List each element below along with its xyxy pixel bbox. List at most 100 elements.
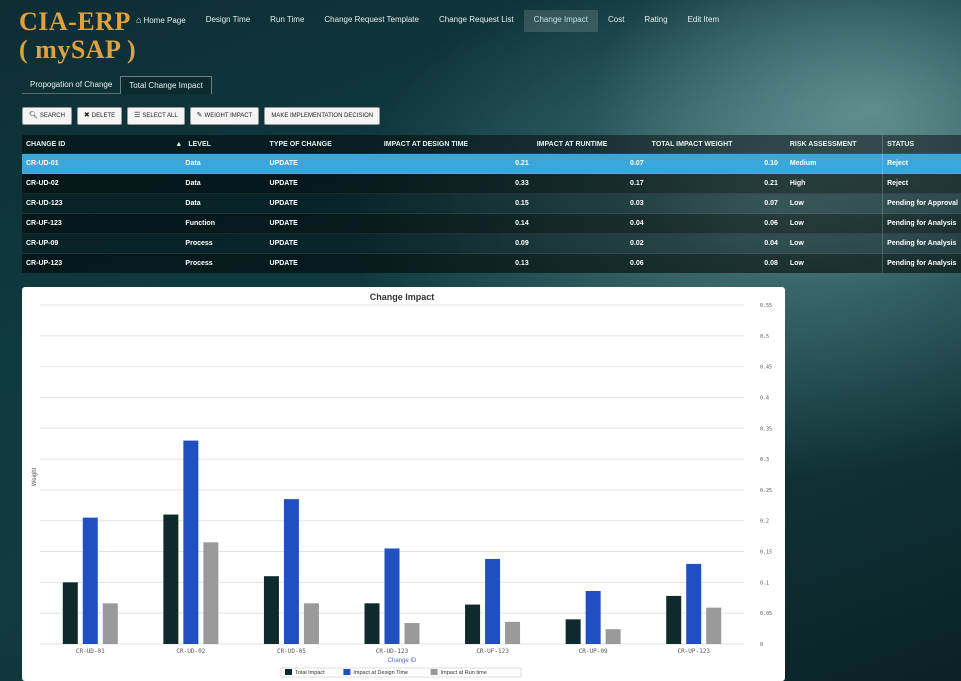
make-decision-button-label: MAKE IMPLEMENTATION DECISION bbox=[271, 113, 374, 119]
nav-item-change-impact[interactable]: Change Impact bbox=[523, 10, 598, 32]
search-button[interactable]: 🔍︎ SEARCH bbox=[22, 107, 72, 125]
cell-status: Pending for Approval bbox=[882, 193, 961, 214]
nav-item-label: Change Request Template bbox=[324, 15, 419, 24]
cell-risk: Low bbox=[781, 253, 883, 273]
nav-item-run-time[interactable]: Run Time bbox=[260, 10, 314, 32]
column-header-design-impact[interactable]: IMPACT AT DESIGN TIME bbox=[379, 135, 533, 154]
nav-item-label: Rating bbox=[644, 15, 668, 24]
y-tick-label: 0.05 bbox=[760, 611, 772, 617]
subtab-propogation-of-change[interactable]: Propogation of Change bbox=[22, 76, 121, 94]
top-navbar: ⌂ Home Page Design Time Run Time Change Requ… bbox=[126, 10, 729, 32]
nav-item-label: Change Request List bbox=[438, 15, 514, 24]
column-header-runtime-impact[interactable]: IMPACT AT RUNTIME bbox=[532, 135, 648, 154]
cell-total-weight: 0.04 bbox=[647, 233, 782, 254]
table-row[interactable]: CR-UP-09 Process UPDATE 0.09 0.02 0.04 Low Pend… bbox=[22, 233, 961, 254]
bar-impact-at-run-time bbox=[706, 607, 722, 644]
column-header-level[interactable]: ▲ LEVEL bbox=[171, 135, 266, 154]
weight-impact-button[interactable]: ✎ WEIGHT IMPACT bbox=[189, 107, 260, 125]
cell-design-impact: 0.33 bbox=[379, 173, 533, 194]
cell-change-id: CR-UP-123 bbox=[22, 253, 172, 273]
bar-total-impact bbox=[565, 619, 581, 644]
table-row[interactable]: CR-UD-02 Data UPDATE 0.33 0.17 0.21 High Reject bbox=[22, 173, 961, 194]
delete-button-label: DELETE bbox=[91, 113, 116, 119]
y-tick-label: 0.2 bbox=[760, 519, 769, 525]
bar-impact-at-design-time bbox=[283, 499, 299, 644]
legend-swatch bbox=[343, 669, 351, 675]
bar-total-impact bbox=[465, 604, 481, 644]
legend-swatch bbox=[285, 669, 292, 675]
nav-item-label: Edit Item bbox=[687, 15, 720, 24]
cell-level: Data bbox=[171, 173, 266, 194]
x-axis-label: Change ID bbox=[388, 658, 417, 664]
home-icon: ⌂ bbox=[136, 15, 142, 25]
cell-status: Pending for Analysis bbox=[882, 213, 961, 234]
bar-total-impact bbox=[666, 595, 682, 644]
cell-runtime-impact: 0.03 bbox=[532, 193, 648, 214]
cell-total-weight: 0.08 bbox=[647, 253, 782, 273]
bar-total-impact bbox=[263, 576, 279, 644]
nav-item-label: Cost bbox=[607, 15, 625, 24]
cell-risk: Low bbox=[781, 233, 883, 254]
select-all-button[interactable]: ☰ SELECT ALL bbox=[127, 107, 185, 125]
cell-status: Reject bbox=[882, 173, 961, 194]
toolbar: 🔍︎ SEARCH ✖ DELETE ☰ SELECT ALL ✎ WEIGHT… bbox=[22, 107, 381, 125]
change-impact-table: CHANGE ID ▲ LEVEL TYPE OF CHANGE IMPACT A… bbox=[22, 135, 961, 273]
cell-type: UPDATE bbox=[265, 253, 380, 273]
y-tick-label: 0.3 bbox=[760, 457, 769, 463]
x-tick-label: CR-UF-123 bbox=[476, 648, 509, 655]
cell-change-id: CR-UP-09 bbox=[22, 233, 172, 254]
subtab-total-change-impact[interactable]: Total Change Impact bbox=[120, 76, 212, 94]
y-axis-label: Weight bbox=[32, 467, 38, 486]
subtabs: Propogation of Change Total Change Impact bbox=[22, 76, 212, 94]
column-header-risk[interactable]: RISK ASSESSMENT bbox=[781, 135, 883, 154]
bar-impact-at-design-time bbox=[183, 440, 199, 644]
cell-design-impact: 0.09 bbox=[379, 233, 533, 254]
column-header-change-id[interactable]: CHANGE ID bbox=[22, 135, 172, 154]
bar-impact-at-run-time bbox=[404, 623, 420, 644]
delete-button[interactable]: ✖ DELETE bbox=[76, 107, 123, 125]
trash-icon: ✖ bbox=[83, 112, 90, 119]
table-row[interactable]: CR-UD-123 Data UPDATE 0.15 0.03 0.07 Low Pendin… bbox=[22, 193, 961, 214]
y-tick-label: 0.1 bbox=[760, 580, 769, 586]
nav-item-edit-item[interactable]: Edit Item bbox=[678, 10, 730, 32]
cell-status: Pending for Analysis bbox=[882, 233, 961, 254]
select-all-button-label: SELECT ALL bbox=[142, 113, 178, 119]
nav-item-design-time[interactable]: Design Time bbox=[196, 10, 260, 32]
cell-design-impact: 0.15 bbox=[379, 193, 533, 214]
nav-item-label: Run Time bbox=[270, 15, 305, 24]
nav-item-change-request-template[interactable]: Change Request Template bbox=[314, 10, 429, 32]
bar-total-impact bbox=[364, 603, 380, 644]
nav-item-change-request-list[interactable]: Change Request List bbox=[429, 10, 524, 32]
cell-total-weight: 0.10 bbox=[647, 153, 782, 174]
legend-item: Total Impact bbox=[295, 670, 325, 676]
cell-change-id: CR-UF-123 bbox=[22, 213, 172, 234]
y-tick-label: 0.25 bbox=[760, 488, 772, 494]
column-header-total-weight[interactable]: TOTAL IMPACT WEIGHT bbox=[647, 135, 782, 154]
nav-item-rating[interactable]: Rating bbox=[634, 10, 677, 32]
column-header-type[interactable]: TYPE OF CHANGE bbox=[265, 135, 380, 154]
y-tick-label: 0.4 bbox=[760, 395, 769, 401]
cell-change-id: CR-UD-02 bbox=[22, 173, 172, 194]
cell-status: Reject bbox=[882, 153, 961, 174]
column-header-status[interactable]: STATUS bbox=[882, 135, 961, 154]
bar-impact-at-design-time bbox=[384, 548, 400, 644]
cell-design-impact: 0.14 bbox=[379, 213, 533, 234]
table-header-row: CHANGE ID ▲ LEVEL TYPE OF CHANGE IMPACT A… bbox=[22, 135, 961, 154]
cell-type: UPDATE bbox=[265, 233, 380, 254]
make-decision-button[interactable]: MAKE IMPLEMENTATION DECISION bbox=[264, 107, 381, 125]
cell-change-id: CR-UD-123 bbox=[22, 193, 172, 214]
table-row[interactable]: CR-UP-123 Process UPDATE 0.13 0.06 0.08 Low Pen… bbox=[22, 253, 961, 273]
nav-item-cost[interactable]: Cost bbox=[598, 10, 634, 32]
bar-impact-at-design-time bbox=[686, 563, 702, 644]
sort-ascending-icon: ▲ bbox=[175, 140, 183, 148]
cell-risk: Medium bbox=[781, 153, 883, 174]
bar-impact-at-run-time bbox=[505, 621, 521, 644]
table-row[interactable]: CR-UD-01 Data UPDATE 0.21 0.07 0.10 Medium Reje… bbox=[22, 153, 961, 174]
list-icon: ☰ bbox=[134, 112, 141, 119]
cell-level: Data bbox=[171, 193, 266, 214]
table-row[interactable]: CR-UF-123 Function UPDATE 0.14 0.04 0.06 Low Pe… bbox=[22, 213, 961, 234]
cell-risk: Low bbox=[781, 193, 883, 214]
cell-level: Data bbox=[171, 153, 266, 174]
nav-item-home-page[interactable]: ⌂ Home Page bbox=[126, 10, 196, 32]
bar-impact-at-run-time bbox=[303, 603, 319, 644]
